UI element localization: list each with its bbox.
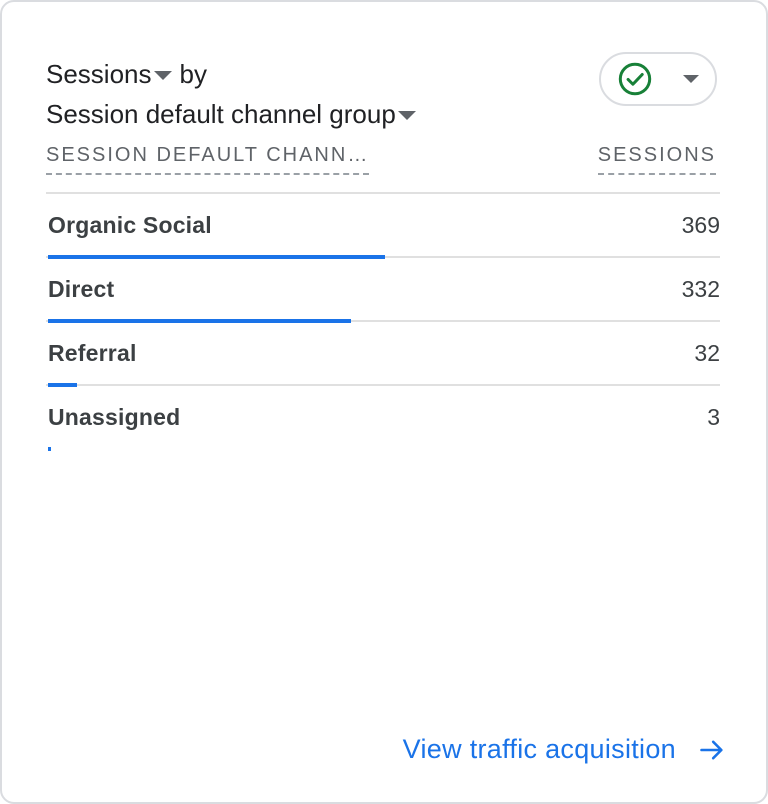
column-header-sessions-label: SESSIONS (597, 144, 716, 175)
row-value: 369 (681, 212, 720, 238)
row-label: Referral (48, 340, 137, 366)
table-row: Referral 32 (46, 322, 720, 387)
row-value: 32 (694, 340, 720, 366)
caret-down-icon (683, 75, 699, 83)
row-value: 332 (681, 276, 720, 302)
view-traffic-acquisition-label: View traffic acquisition (402, 734, 676, 764)
row-label: Direct (48, 276, 115, 302)
channel-sessions-card: Sessions by Session default channel grou… (0, 0, 768, 804)
row-label: Unassigned (48, 404, 181, 430)
table-body: Organic Social 369 Direct 332 Referral 3… (46, 194, 720, 451)
card-title: Sessions by Session default channel grou… (46, 54, 416, 134)
dimension-dropdown[interactable]: Session default channel group (46, 94, 416, 134)
row-bar (48, 447, 51, 451)
table-row: Direct 332 (46, 258, 720, 323)
caret-down-icon (397, 110, 416, 120)
arrow-right-icon (700, 740, 723, 759)
row-value: 3 (707, 404, 720, 430)
view-traffic-acquisition-link[interactable]: View traffic acquisition (403, 734, 726, 765)
table-row: Organic Social 369 (46, 194, 720, 259)
card-title-line-2: Session default channel group (46, 94, 416, 134)
data-quality-status-button[interactable] (599, 52, 717, 106)
metric-dropdown[interactable]: Sessions (46, 54, 172, 94)
column-header-sessions[interactable]: SESSIONS (597, 144, 716, 180)
by-label: by (179, 59, 207, 89)
caret-down-icon (153, 70, 172, 80)
card-title-line-1: Sessions by (46, 54, 416, 94)
dimension-dropdown-label: Session default channel group (46, 99, 396, 129)
row-label: Organic Social (48, 212, 212, 238)
column-header-channel-label: SESSION DEFAULT CHANN… (46, 144, 370, 175)
metric-dropdown-label: Sessions (46, 59, 152, 89)
column-header-channel[interactable]: SESSION DEFAULT CHANN… (46, 144, 370, 180)
check-circle-icon (618, 62, 652, 96)
table-row: Unassigned 3 (46, 386, 720, 451)
